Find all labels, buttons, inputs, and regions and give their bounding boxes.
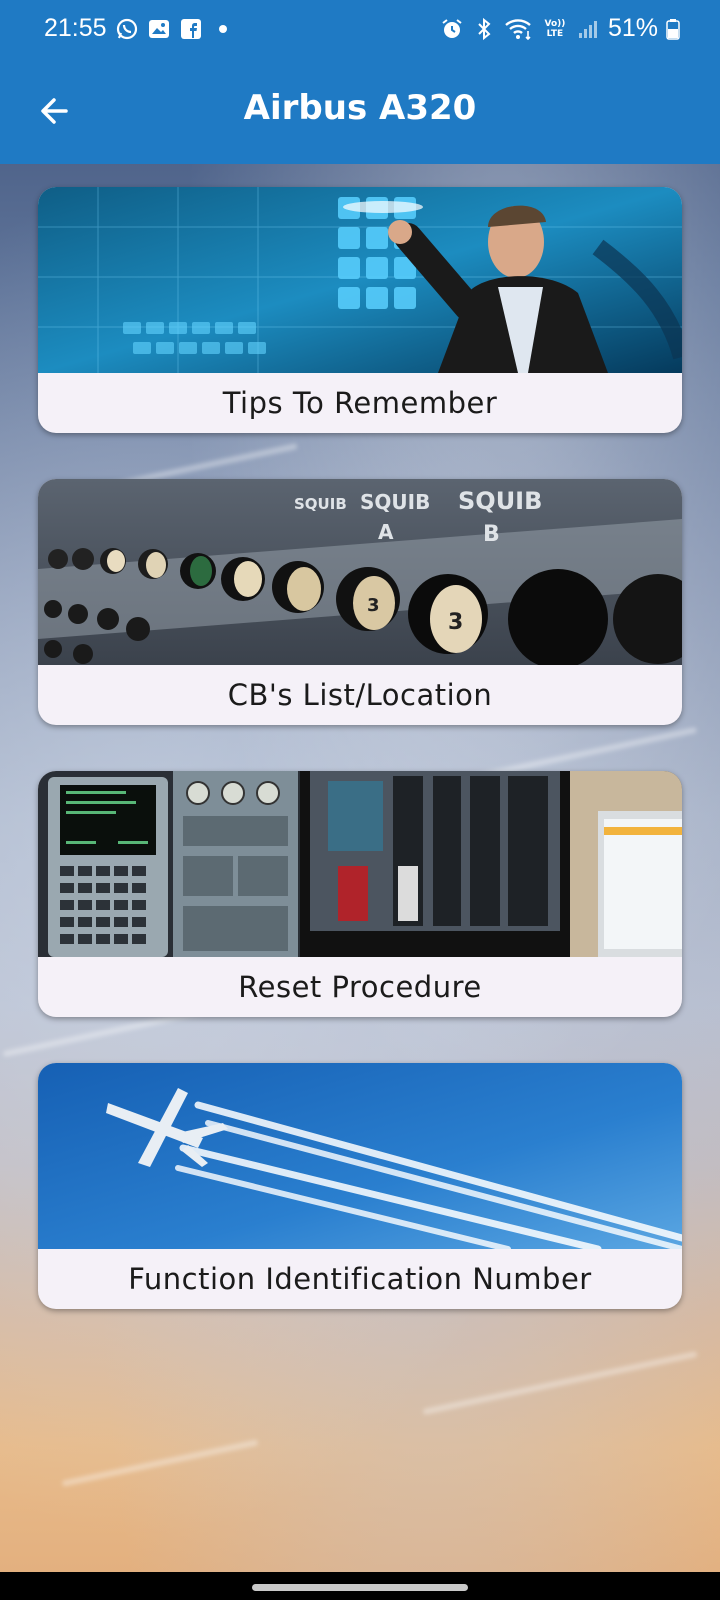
dot-icon [211,17,235,41]
whatsapp-icon [115,17,139,41]
card-label: Tips To Remember [222,386,498,420]
app-bar: Airbus A320 [0,62,720,164]
page-title: Airbus A320 [243,88,477,128]
card-reset-procedure[interactable]: Reset Procedure [38,771,682,1017]
facebook-icon [179,17,203,41]
card-cb-list-location[interactable]: SQUIB SQUIB SQUIB A B 3 3 CB's List/Loca… [38,479,682,725]
signal-icon [576,17,600,41]
bluetooth-icon [472,17,496,41]
card-label: Function Identification Number [128,1262,592,1296]
card-label: CB's List/Location [227,678,493,712]
svg-text:3: 3 [448,610,463,635]
card-tips-to-remember[interactable]: Tips To Remember [38,187,682,433]
card-label: Reset Procedure [238,970,482,1004]
touchscreen-interface-image [38,187,682,373]
airplane-contrails-image [38,1063,682,1249]
svg-text:B: B [483,522,500,547]
status-bar: 21:55 Vo)) LTE 51% [0,0,720,62]
system-nav-bar [0,1572,720,1600]
svg-text:SQUIB: SQUIB [360,490,430,514]
battery-icon [666,17,680,41]
card-function-identification-number[interactable]: Function Identification Number [38,1063,682,1309]
svg-text:A: A [378,520,394,544]
status-time: 21:55 [44,14,107,42]
svg-text:3: 3 [367,595,380,616]
avionics-mcdu-image [38,771,682,957]
svg-text:SQUIB: SQUIB [294,495,347,513]
battery-percent: 51% [607,14,658,42]
home-gesture-handle[interactable] [252,1584,468,1591]
volte-icon: Vo)) LTE [544,18,566,39]
alarm-icon [440,17,464,41]
svg-text:SQUIB: SQUIB [458,487,542,515]
wifi-icon [504,17,534,41]
gallery-icon [147,17,171,41]
circuit-breaker-panel-image: SQUIB SQUIB SQUIB A B 3 3 [38,479,682,665]
